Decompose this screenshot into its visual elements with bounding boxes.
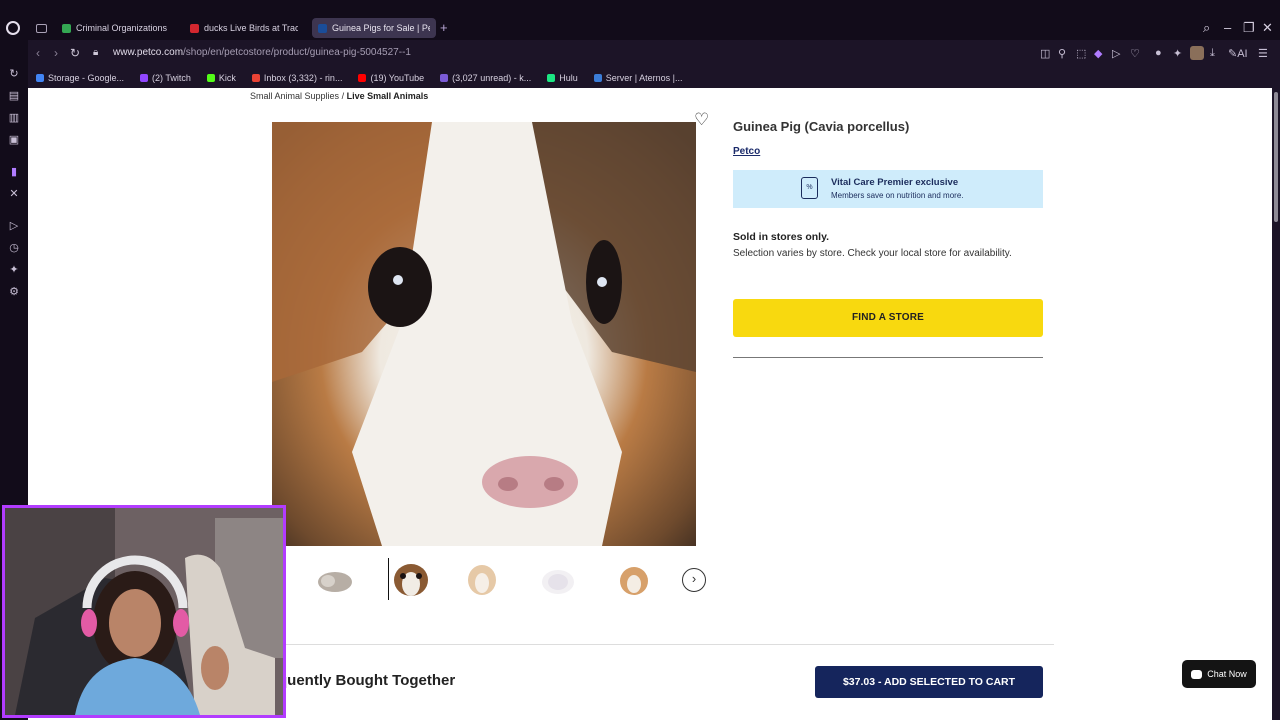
add-selected-to-cart-button[interactable]: $37.03 - ADD SELECTED TO CART (815, 666, 1043, 698)
chat-bubble-icon (1191, 669, 1203, 679)
thumbnail-5[interactable] (612, 558, 654, 600)
player-icon[interactable]: ▷ (8, 220, 20, 232)
tab-search-icon[interactable]: ⌕ (1203, 20, 1210, 36)
messenger-icon[interactable]: ▣ (8, 134, 20, 146)
frequently-bought-together-heading: quently Bought Together (278, 672, 456, 689)
guinea-pig-thumb-icon (542, 570, 574, 594)
gmail-icon (251, 74, 260, 82)
extensions-icon[interactable]: ✦ (8, 264, 20, 276)
tab-guinea-pigs-active[interactable]: Guinea Pigs for Sale | Pet (312, 18, 436, 38)
favorite-heart-icon[interactable]: ♡ (694, 110, 709, 130)
availability-text: Selection varies by store. Check your lo… (733, 248, 1012, 259)
youtube-icon (358, 74, 367, 82)
pin-icon[interactable]: ⚲ (1058, 47, 1066, 60)
bookmarks-bar: Storage - Google... (2) Twitch Kick Inbo… (28, 68, 1280, 88)
divider (733, 357, 1043, 358)
play-icon[interactable]: ▷ (1112, 47, 1120, 60)
guinea-pig-thumb-icon (394, 564, 428, 596)
aternos-icon (593, 74, 602, 82)
split-view-icon[interactable]: ◫ (1040, 47, 1050, 60)
tab-list-icon[interactable] (36, 24, 47, 33)
thumbnail-1[interactable] (314, 558, 356, 600)
thumbnail-3[interactable] (460, 558, 502, 600)
breadcrumb: Small Animal Supplies / Live Small Anima… (250, 91, 429, 101)
guinea-pig-thumb-icon (318, 572, 352, 592)
kick-icon (206, 74, 215, 82)
guinea-pig-photo (272, 122, 696, 546)
twitch-icon[interactable]: ▮ (8, 166, 20, 178)
clock-icon[interactable]: ◷ (8, 242, 20, 254)
s-extension-icon[interactable]: ● (1155, 47, 1162, 59)
thumbnail-next-chevron-icon[interactable]: › (682, 568, 706, 592)
tab-criminal-organizations[interactable]: Criminal Organizations - G (56, 18, 174, 38)
browser-toolbar: ‹ › ↻ 🔒︎ www.petco.com/shop/en/petcostor… (28, 40, 1280, 68)
download-icon[interactable]: ⤓ (1210, 47, 1215, 60)
hulu-icon (547, 74, 556, 82)
screenshot-icon[interactable]: ⬚ (1076, 47, 1086, 60)
new-tab-plus-icon[interactable]: + (440, 20, 448, 35)
scrollbar-thumb[interactable] (1274, 92, 1278, 222)
puzzle-icon[interactable]: ✦ (1173, 47, 1182, 60)
page-scrollbar[interactable] (1272, 88, 1280, 720)
find-a-store-button[interactable]: FIND A STORE (733, 299, 1043, 337)
streamer-webcam-feed (5, 508, 283, 715)
product-main-image[interactable] (272, 122, 696, 546)
promo-subtitle: Members save on nutrition and more. (831, 191, 964, 200)
bookmark-youtube[interactable]: (19) YouTube (358, 73, 424, 83)
chat-now-button[interactable]: Chat Now (1182, 660, 1256, 688)
promo-title: Vital Care Premier exclusive (831, 177, 959, 188)
ai-icon[interactable]: ✎AI (1228, 47, 1248, 60)
thumbnail-strip (314, 558, 714, 602)
webcam-overlay (2, 505, 286, 718)
vital-care-promo-banner[interactable]: % Vital Care Premier exclusive Members s… (733, 170, 1043, 208)
bookmark-aternos[interactable]: Server | Aternos |... (593, 73, 682, 83)
browser-tab-bar: Criminal Organizations - G ducks Live Bi… (0, 0, 1280, 40)
back-icon[interactable]: ‹ (36, 46, 40, 60)
close-window-icon[interactable]: ✕ (1262, 20, 1273, 36)
google-drive-icon (36, 74, 44, 82)
section-divider (278, 644, 1054, 645)
thumbnail-2-selected[interactable] (388, 558, 430, 600)
guinea-pig-thumb-icon (620, 567, 648, 595)
bookmark-google-storage[interactable]: Storage - Google... (36, 73, 124, 83)
lock-icon: 🔒︎ (93, 47, 99, 58)
breadcrumb-parent-link[interactable]: Small Animal Supplies (250, 91, 339, 101)
address-bar[interactable]: www.petco.com/shop/en/petcostore/product… (113, 47, 411, 58)
bookmark-mail[interactable]: (3,027 unread) - k... (440, 73, 531, 83)
twitch-icon (140, 74, 149, 82)
shopping-bag-percent-icon: % (801, 177, 818, 199)
minimize-icon[interactable]: – (1224, 20, 1231, 35)
browser-logo-icon[interactable] (6, 21, 20, 35)
bookmark-twitch[interactable]: (2) Twitch (140, 73, 191, 83)
brand-link[interactable]: Petco (733, 146, 760, 157)
x-icon[interactable]: ✕ (8, 188, 20, 200)
breadcrumb-current: Live Small Animals (346, 91, 429, 101)
heart-icon[interactable]: ♡ (1130, 47, 1140, 60)
mail-icon (440, 74, 449, 82)
thumbnail-4[interactable] (536, 558, 578, 600)
forward-icon[interactable]: › (54, 46, 58, 60)
petco-icon (318, 23, 327, 33)
google-drive-icon (62, 23, 71, 33)
shield-icon[interactable]: ◆ (1094, 47, 1102, 60)
menu-icon[interactable]: ☰ (1258, 47, 1268, 60)
tractor-supply-icon (190, 23, 199, 33)
maximize-icon[interactable]: ❐ (1243, 20, 1255, 36)
tab-tractor-supply[interactable]: ducks Live Birds at Tractor (184, 18, 304, 38)
bookmark-kick[interactable]: Kick (206, 73, 236, 83)
history-icon[interactable]: ↻ (8, 68, 20, 80)
settings-gear-icon[interactable]: ⚙ (8, 286, 20, 298)
profile-avatar[interactable] (1190, 46, 1204, 60)
wallet-icon[interactable]: ▤ (8, 90, 20, 102)
availability-title: Sold in stores only. (733, 231, 830, 243)
bookmark-gmail[interactable]: Inbox (3,332) - rin... (251, 73, 342, 83)
guinea-pig-thumb-icon (468, 565, 496, 595)
product-title: Guinea Pig (Cavia porcellus) (733, 119, 910, 134)
reload-icon[interactable]: ↻ (70, 46, 80, 60)
notes-icon[interactable]: ▥ (8, 112, 20, 124)
bookmark-hulu[interactable]: Hulu (547, 73, 578, 83)
